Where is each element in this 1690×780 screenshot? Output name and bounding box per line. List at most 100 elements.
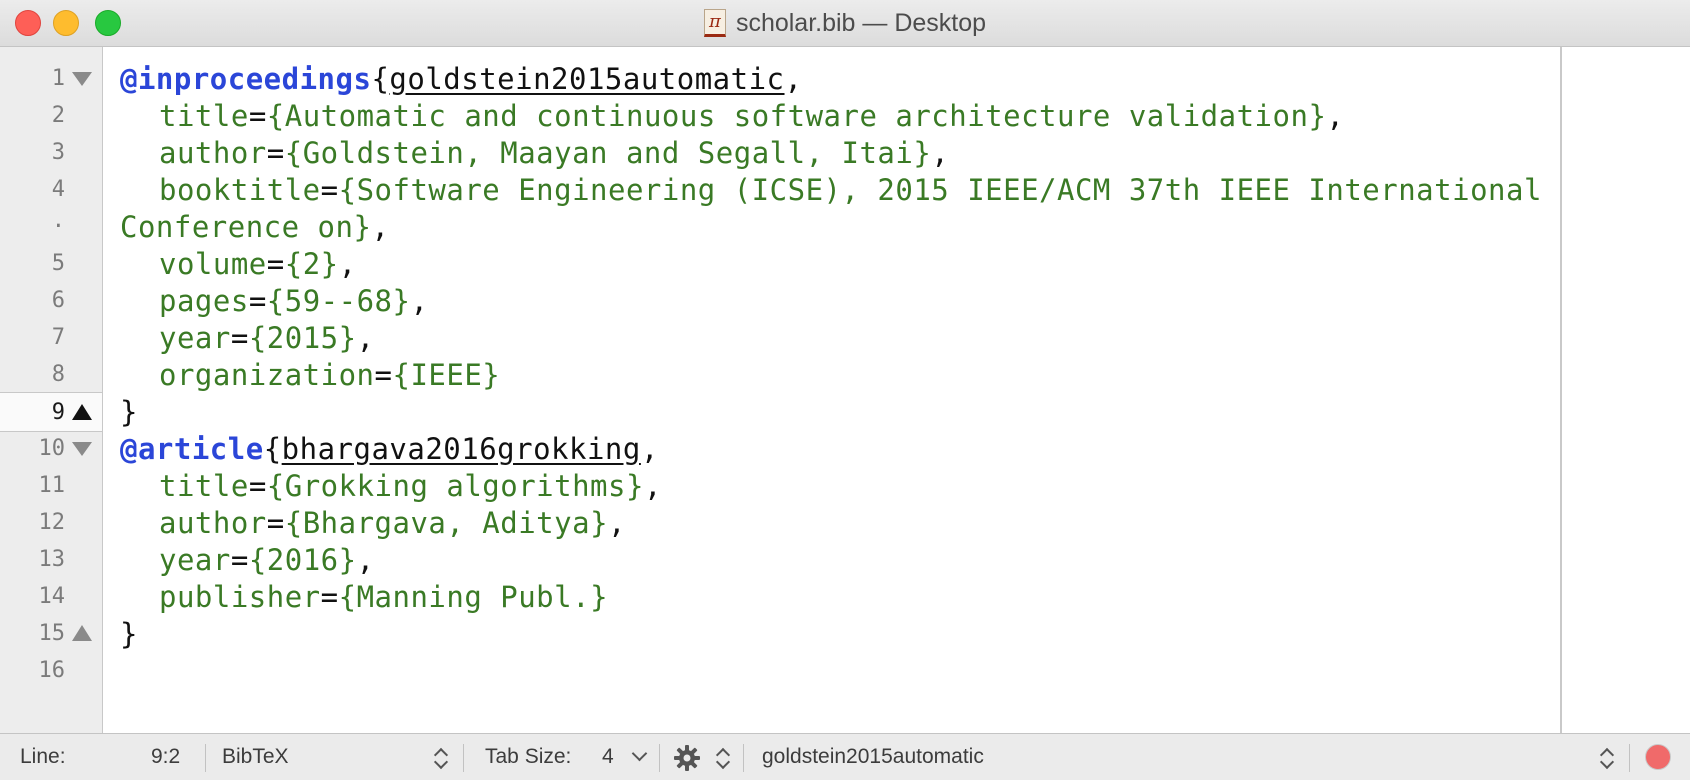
code-line[interactable]: volume={2}, bbox=[120, 244, 357, 284]
line-number: 3 bbox=[51, 140, 65, 165]
field-name: pages bbox=[159, 284, 249, 318]
field-name: author bbox=[159, 136, 267, 170]
status-bar: Line: 9:2 BibTeX Tab Size: 4 goldstein20… bbox=[0, 733, 1690, 780]
field-value: 59--68 bbox=[284, 284, 393, 318]
gutter-row: 4 bbox=[0, 170, 102, 210]
gutter-row: 10 bbox=[0, 429, 102, 469]
divider bbox=[743, 744, 744, 772]
record-macro-icon[interactable] bbox=[1645, 744, 1671, 770]
editor-right-margin bbox=[1562, 47, 1690, 733]
field-value: Bhargava, Aditya bbox=[302, 506, 591, 540]
code-line-wrapped[interactable]: Conference on}, bbox=[120, 207, 389, 247]
entry-close-brace: } bbox=[120, 395, 138, 429]
gutter-row: 13 bbox=[0, 540, 102, 580]
divider bbox=[463, 744, 464, 772]
line-number: 8 bbox=[51, 362, 65, 387]
field-value: 2 bbox=[302, 247, 321, 281]
tab-size-label: Tab Size: bbox=[485, 745, 572, 768]
gear-icon[interactable] bbox=[673, 744, 701, 772]
gutter-row: 12 bbox=[0, 503, 102, 543]
title-bar[interactable]: π scholar.bib — Desktop bbox=[0, 0, 1690, 47]
gutter-row: 14 bbox=[0, 577, 102, 617]
entry-close-brace: } bbox=[120, 617, 138, 651]
window-title: scholar.bib — Desktop bbox=[735, 8, 987, 37]
entry-type: @article bbox=[120, 432, 264, 466]
field-value: IEEE bbox=[410, 358, 483, 392]
fold-up-icon[interactable] bbox=[72, 625, 92, 641]
line-number: 5 bbox=[51, 251, 65, 276]
gutter-row: 5 bbox=[0, 244, 102, 284]
gutter-row: 8 bbox=[0, 355, 102, 395]
code-line[interactable]: year={2015}, bbox=[120, 318, 375, 358]
code-line[interactable]: year={2016}, bbox=[120, 540, 375, 580]
cite-key: goldstein2015automatic bbox=[389, 62, 785, 96]
gutter-row: 7 bbox=[0, 318, 102, 358]
code-line[interactable]: pages={59--68}, bbox=[120, 281, 428, 321]
editor-window: π scholar.bib — Desktop 1 2 3 4 · 5 6 7 … bbox=[0, 0, 1690, 780]
updown-chevron-icon[interactable] bbox=[435, 747, 447, 769]
code-line-current[interactable]: } bbox=[120, 392, 138, 432]
line-number: 11 bbox=[38, 473, 66, 498]
updown-chevron-icon[interactable] bbox=[717, 747, 729, 769]
entry-type: @inproceedings bbox=[120, 62, 372, 96]
gutter-row-current: 9 bbox=[0, 392, 102, 432]
field-name: author bbox=[159, 506, 267, 540]
cite-key: bhargava2016grokking bbox=[281, 432, 641, 466]
gutter-row: 1 bbox=[0, 59, 102, 99]
divider bbox=[205, 744, 206, 772]
fold-down-icon[interactable] bbox=[72, 72, 92, 86]
gutter-row: 16 bbox=[0, 651, 102, 691]
code-line[interactable]: publisher={Manning Publ.} bbox=[120, 577, 608, 617]
field-value: Automatic and continuous software archit… bbox=[284, 99, 1309, 133]
bibtex-document-icon[interactable]: π bbox=[703, 9, 726, 37]
line-number: 15 bbox=[38, 621, 66, 646]
gutter-row: 3 bbox=[0, 133, 102, 173]
field-name: volume bbox=[159, 247, 267, 281]
line-label: Line: bbox=[20, 745, 66, 768]
code-line[interactable]: title={Grokking algorithms}, bbox=[120, 466, 662, 506]
field-value: 2015 bbox=[266, 321, 339, 355]
syntax-mode-select[interactable]: BibTeX bbox=[222, 734, 289, 780]
line-number: 13 bbox=[38, 547, 66, 572]
gutter-row: · bbox=[0, 207, 102, 247]
field-value: Grokking algorithms bbox=[284, 469, 626, 503]
field-value: Goldstein, Maayan and Segall, Itai bbox=[302, 136, 914, 170]
line-number: 7 bbox=[51, 325, 65, 350]
field-name: booktitle bbox=[159, 173, 321, 207]
chevron-down-icon[interactable] bbox=[631, 745, 648, 762]
line-position-value[interactable]: 9:2 bbox=[151, 734, 180, 780]
field-name: year bbox=[159, 321, 231, 355]
field-name: year bbox=[159, 543, 231, 577]
code-line[interactable]: @inproceedings{goldstein2015automatic, bbox=[120, 59, 802, 99]
fold-down-icon[interactable] bbox=[72, 442, 92, 456]
gutter-row: 15 bbox=[0, 614, 102, 654]
gutter-row: 2 bbox=[0, 96, 102, 136]
field-name: title bbox=[159, 99, 249, 133]
code-line[interactable]: author={Goldstein, Maayan and Segall, It… bbox=[120, 133, 949, 173]
tab-size-select[interactable]: 4 bbox=[602, 734, 614, 780]
code-line[interactable]: organization={IEEE} bbox=[120, 355, 500, 395]
fold-up-icon[interactable] bbox=[72, 404, 92, 420]
code-line[interactable]: booktitle={Software Engineering (ICSE), … bbox=[120, 170, 1542, 210]
field-value: Software Engineering (ICSE), 2015 IEEE/A… bbox=[356, 173, 1542, 207]
window-title-group: π scholar.bib — Desktop bbox=[0, 0, 1690, 46]
gutter-row: 11 bbox=[0, 466, 102, 506]
line-number: 2 bbox=[51, 103, 65, 128]
updown-chevron-icon[interactable] bbox=[1601, 747, 1613, 769]
field-name: title bbox=[159, 469, 249, 503]
code-line[interactable]: @article{bhargava2016grokking, bbox=[120, 429, 659, 469]
line-number-gutter[interactable]: 1 2 3 4 · 5 6 7 8 9 10 11 12 13 14 15 16 bbox=[0, 47, 103, 733]
gutter-row: 6 bbox=[0, 281, 102, 321]
symbol-navigator-select[interactable]: goldstein2015automatic bbox=[762, 734, 984, 780]
line-number: 6 bbox=[51, 288, 65, 313]
field-value: 2016 bbox=[266, 543, 339, 577]
field-value-continued: Conference on bbox=[120, 210, 354, 244]
code-line[interactable]: title={Automatic and continuous software… bbox=[120, 96, 1344, 136]
line-number: 4 bbox=[51, 177, 65, 202]
code-editor[interactable]: @inproceedings{goldstein2015automatic, t… bbox=[103, 47, 1560, 733]
line-number: 10 bbox=[38, 436, 66, 461]
line-number: 14 bbox=[38, 584, 66, 609]
field-value: Manning Publ. bbox=[356, 580, 591, 614]
code-line[interactable]: } bbox=[120, 614, 138, 654]
code-line[interactable]: author={Bhargava, Aditya}, bbox=[120, 503, 626, 543]
